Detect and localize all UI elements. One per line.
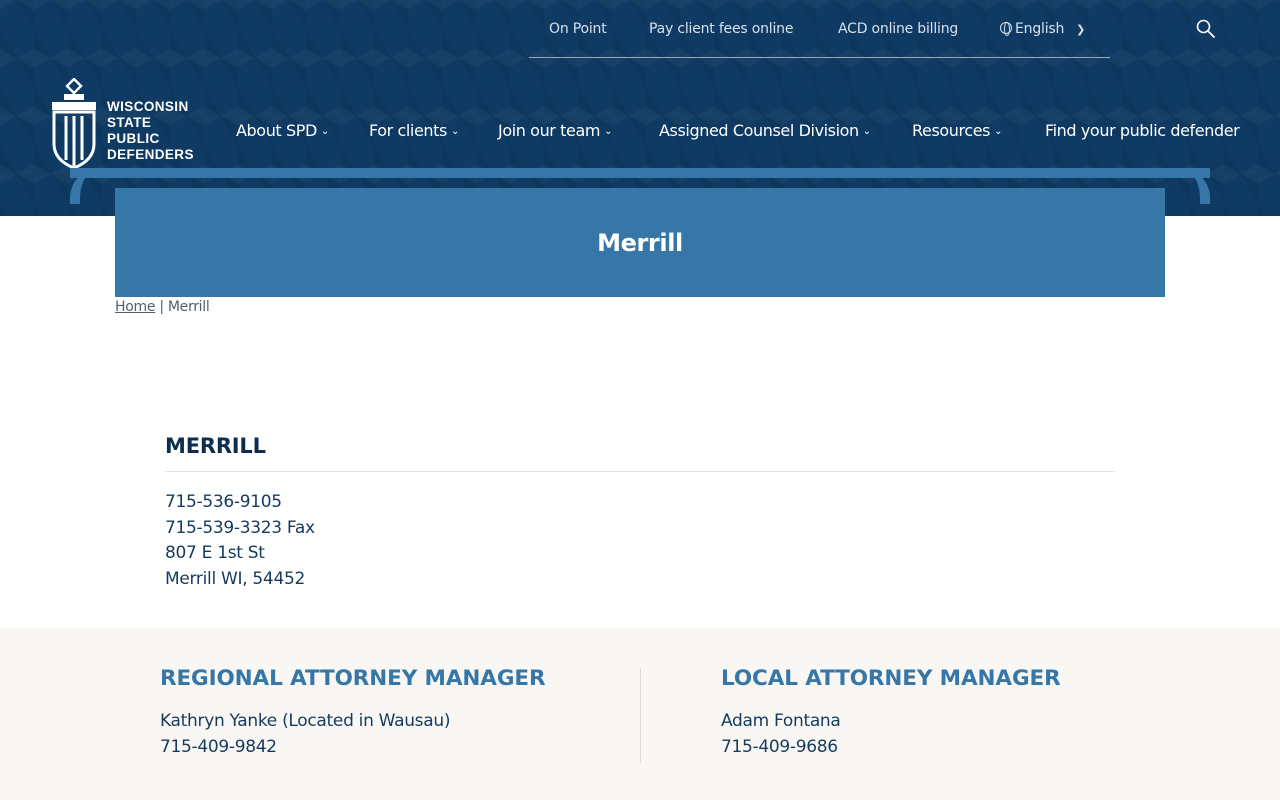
language-label: English — [1015, 21, 1065, 37]
local-manager-phone: 715-409-9686 — [721, 737, 838, 757]
office-city: Merrill WI, 54452 — [165, 568, 305, 589]
nav-item-join-our-team[interactable]: Join our team ⌄ — [498, 121, 612, 140]
nav-item-about-spd[interactable]: About SPD ⌄ — [236, 121, 329, 140]
logo-line: WISCONSIN — [107, 99, 189, 114]
search-icon — [1196, 19, 1215, 38]
logo-wordmark: WISCONSIN STATE PUBLIC DEFENDERS — [107, 99, 194, 163]
regional-manager-heading: REGIONAL ATTORNEY MANAGER — [160, 666, 546, 691]
local-manager-name: Adam Fontana — [721, 711, 841, 731]
regional-manager-name: Kathryn Yanke (Located in Wausau) — [160, 711, 451, 731]
office-phone: 715-536-9105 — [165, 492, 282, 512]
chevron-down-icon: ⌄ — [862, 126, 871, 137]
breadcrumb-home-link[interactable]: Home — [115, 299, 155, 315]
chevron-down-icon: ⌄ — [994, 126, 1003, 137]
pillar-emblem-icon — [52, 78, 96, 170]
arch-band — [70, 168, 1210, 178]
site-header: On Point Pay client fees online ACD onli… — [0, 0, 1280, 216]
logo-line: STATE — [107, 115, 152, 130]
nav-item-for-clients[interactable]: For clients ⌄ — [369, 121, 459, 140]
chevron-down-icon: ⌄ — [604, 126, 613, 137]
nav-item-label: For clients — [369, 121, 447, 140]
nav-item-label: Join our team — [498, 121, 601, 140]
site-logo[interactable]: WISCONSIN STATE PUBLIC DEFENDERS — [50, 78, 210, 170]
office-street: 807 E 1st St — [165, 543, 265, 563]
breadcrumb: Home | Merrill — [115, 299, 210, 315]
nav-item-label: Assigned Counsel Division — [659, 121, 859, 140]
column-divider — [640, 668, 641, 763]
office-fax: 715-539-3323 Fax — [165, 517, 315, 538]
office-heading: MERRILL — [165, 434, 266, 458]
divider — [165, 471, 1115, 472]
office-info: MERRILL 715-536-9105 715-539-3323 Fax 80… — [165, 434, 1115, 592]
managers-section: REGIONAL ATTORNEY MANAGER Kathryn Yanke … — [0, 628, 1280, 800]
chevron-down-icon: ⌄ — [320, 126, 329, 137]
local-manager: LOCAL ATTORNEY MANAGER Adam Fontana 715-… — [721, 666, 1061, 760]
breadcrumb-current: Merrill — [167, 299, 210, 315]
page-banner: Merrill — [115, 188, 1165, 297]
globe-icon — [1000, 22, 1012, 36]
utility-link-on-point[interactable]: On Point — [549, 21, 607, 37]
nav-item-resources[interactable]: Resources ⌄ — [912, 121, 1003, 140]
chevron-down-icon: ⌄ — [450, 126, 459, 137]
breadcrumb-separator: | — [159, 299, 164, 315]
nav-item-label: About SPD — [236, 121, 317, 140]
regional-manager: REGIONAL ATTORNEY MANAGER Kathryn Yanke … — [160, 666, 546, 760]
page-title: Merrill — [597, 228, 683, 257]
chevron-down-icon: ❯ — [1076, 23, 1086, 36]
logo-line: PUBLIC — [107, 131, 160, 146]
local-manager-heading: LOCAL ATTORNEY MANAGER — [721, 666, 1061, 691]
search-button[interactable] — [1195, 18, 1217, 40]
nav-item-assigned-counsel[interactable]: Assigned Counsel Division ⌄ — [659, 121, 871, 140]
utility-link-pay-fees[interactable]: Pay client fees online — [649, 21, 793, 37]
nav-item-find-public-defender[interactable]: Find your public defender — [1045, 121, 1240, 140]
logo-line: DEFENDERS — [107, 147, 194, 162]
utility-nav: On Point Pay client fees online ACD onli… — [529, 0, 1110, 58]
office-contact: 715-536-9105 715-539-3323 Fax 807 E 1st … — [165, 490, 1115, 592]
nav-item-label: Resources — [912, 121, 991, 140]
utility-link-acd-billing[interactable]: ACD online billing — [838, 21, 958, 37]
regional-manager-phone: 715-409-9842 — [160, 737, 277, 757]
language-selector[interactable]: English ❯ — [1000, 21, 1085, 37]
